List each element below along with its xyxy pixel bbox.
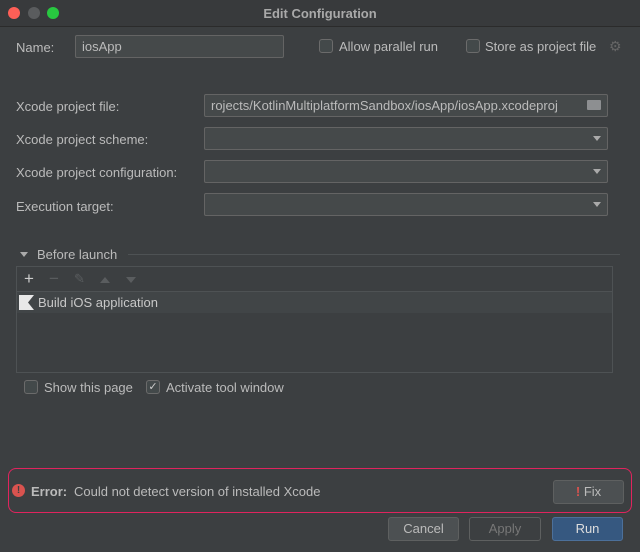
error-message: Could not detect version of installed Xc…	[74, 484, 321, 499]
fix-label: Fix	[583, 484, 602, 499]
move-down-icon[interactable]	[126, 277, 136, 283]
edit-icon[interactable]: ✎	[74, 271, 85, 287]
show-this-page-label: Show this page	[44, 380, 133, 395]
before-launch-list: + − ✎ Build iOS application	[16, 266, 613, 373]
list-toolbar: + − ✎	[17, 267, 612, 292]
collapse-triangle-icon[interactable]	[20, 252, 28, 257]
error-panel: ! Error: Could not detect version of ins…	[8, 468, 632, 513]
section-divider	[128, 254, 620, 255]
xcode-project-scheme-label: Xcode project scheme:	[16, 132, 149, 147]
name-input[interactable]: iosApp	[75, 35, 284, 58]
allow-parallel-run-checkbox[interactable]	[319, 39, 333, 53]
execution-target-label: Execution target:	[16, 199, 114, 214]
move-up-icon[interactable]	[100, 277, 110, 283]
gear-icon[interactable]: ⚙	[609, 38, 622, 55]
list-item[interactable]: Build iOS application	[17, 292, 612, 313]
execution-target-select[interactable]	[204, 193, 608, 216]
bulb-icon: !	[575, 484, 581, 499]
folder-icon[interactable]	[587, 100, 601, 110]
activate-tool-window-label: Activate tool window	[166, 380, 284, 395]
remove-icon[interactable]: −	[49, 269, 59, 289]
store-as-project-file-checkbox[interactable]	[466, 39, 480, 53]
add-icon[interactable]: +	[24, 269, 34, 289]
activate-tool-window-checkbox[interactable]: ✓	[146, 380, 160, 394]
show-this-page-checkbox[interactable]	[24, 380, 38, 394]
xcode-project-file-label: Xcode project file:	[16, 99, 120, 114]
chevron-down-icon	[593, 202, 601, 207]
name-label: Name:	[16, 40, 55, 55]
xcode-project-configuration-label: Xcode project configuration:	[16, 165, 178, 180]
apply-button[interactable]: Apply	[469, 517, 541, 541]
run-button[interactable]: Run	[552, 517, 623, 541]
store-as-project-file-label: Store as project file	[485, 39, 597, 54]
kotlin-ios-icon	[19, 295, 34, 310]
error-icon: !	[12, 484, 25, 497]
xcode-project-configuration-select[interactable]	[204, 160, 608, 183]
xcode-project-file-input[interactable]: rojects/KotlinMultiplatformSandbox/iosAp…	[204, 94, 608, 117]
task-label: Build iOS application	[38, 295, 158, 310]
cancel-button[interactable]: Cancel	[388, 517, 459, 541]
xcode-project-scheme-select[interactable]	[204, 127, 608, 150]
chevron-down-icon	[593, 136, 601, 141]
fix-button[interactable]: ! Fix	[553, 480, 624, 504]
window-title: Edit Configuration	[263, 6, 377, 21]
error-prefix: Error:	[31, 484, 68, 499]
allow-parallel-run-label: Allow parallel run	[339, 39, 438, 54]
before-launch-title: Before launch	[37, 247, 118, 262]
chevron-down-icon	[593, 169, 601, 174]
